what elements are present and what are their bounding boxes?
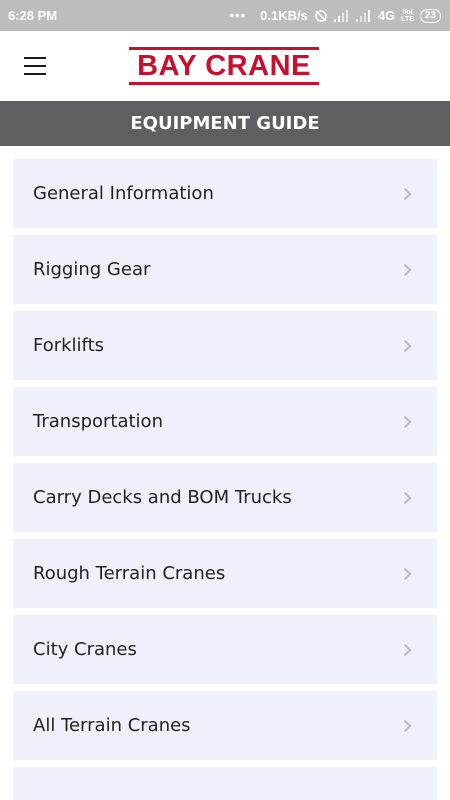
list-item-transportation[interactable]: Transportation xyxy=(13,387,437,456)
chevron-right-icon xyxy=(403,567,412,581)
signal-icon-secondary xyxy=(355,9,372,22)
chevron-right-icon xyxy=(403,415,412,429)
volte-indicator: Voi LTE xyxy=(401,9,414,23)
list-item-rigging-gear[interactable]: Rigging Gear xyxy=(13,235,437,304)
chevron-right-icon xyxy=(403,187,412,201)
logo-bottom-line xyxy=(129,82,319,85)
list-item-label: Forklifts xyxy=(33,335,105,356)
chevron-right-icon xyxy=(403,643,412,657)
list-item-label: Carry Decks and BOM Trucks xyxy=(33,487,292,508)
page-title: EQUIPMENT GUIDE xyxy=(0,101,450,146)
list-item-label: Rigging Gear xyxy=(33,259,151,280)
volte-line2: LTE xyxy=(401,15,414,23)
list-item-partial[interactable] xyxy=(13,767,437,800)
chevron-right-icon xyxy=(403,491,412,505)
list-item-carry-decks-bom-trucks[interactable]: Carry Decks and BOM Trucks xyxy=(13,463,437,532)
status-time: 6:28 PM xyxy=(8,8,58,23)
network-type: 4G xyxy=(377,8,396,23)
chevron-right-icon xyxy=(403,263,412,277)
menu-bar-line xyxy=(24,65,46,67)
more-notifications-icon: ••• xyxy=(229,8,247,23)
signal-icon xyxy=(333,9,350,22)
chevron-right-icon xyxy=(403,339,412,353)
battery-icon: 23 xyxy=(419,8,441,23)
list-item-all-terrain-cranes[interactable]: All Terrain Cranes xyxy=(13,691,437,760)
mute-alarm-icon xyxy=(314,9,328,23)
list-item-label: All Terrain Cranes xyxy=(33,715,191,736)
status-icons: ••• 0.1KB/s 4G Voi LTE 23 xyxy=(229,8,441,23)
volte-line1: Voi xyxy=(402,8,413,16)
bay-crane-logo: BAY CRANE xyxy=(129,47,319,85)
list-item-rough-terrain-cranes[interactable]: Rough Terrain Cranes xyxy=(13,539,437,608)
status-bar: 6:28 PM ••• 0.1KB/s 4G Voi LTE 23 xyxy=(0,0,450,31)
list-item-label: Rough Terrain Cranes xyxy=(33,563,226,584)
list-item-general-information[interactable]: General Information xyxy=(13,159,437,228)
list-item-forklifts[interactable]: Forklifts xyxy=(13,311,437,380)
list-item-label: General Information xyxy=(33,183,214,204)
list-item-label: City Cranes xyxy=(33,639,137,660)
equipment-list: General Information Rigging Gear Forklif… xyxy=(0,146,450,800)
menu-bar-line xyxy=(24,57,46,59)
menu-bar-line xyxy=(24,73,46,75)
app-header: BAY CRANE xyxy=(0,31,450,101)
hamburger-menu-icon[interactable] xyxy=(20,53,50,79)
list-item-city-cranes[interactable]: City Cranes xyxy=(13,615,437,684)
logo-text: BAY CRANE xyxy=(137,50,311,82)
chevron-right-icon xyxy=(403,719,412,733)
list-item-label: Transportation xyxy=(33,411,163,432)
network-speed: 0.1KB/s xyxy=(260,8,308,23)
